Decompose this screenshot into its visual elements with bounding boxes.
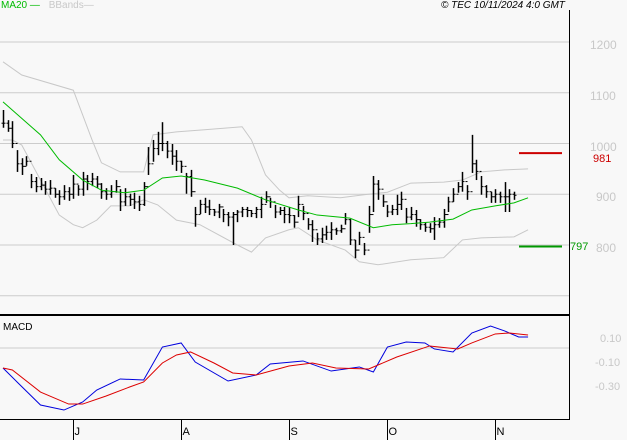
macd-axis-label: 0.10 xyxy=(600,333,622,345)
legend: MA20 — BBands— xyxy=(1,0,94,11)
macd-axis-label: -0.30 xyxy=(595,381,621,393)
price-axis-label: 1100 xyxy=(590,88,616,103)
price-axis-label: 1200 xyxy=(590,38,617,52)
level-label: 797 xyxy=(570,240,589,253)
legend-bbands-swatch: — xyxy=(83,0,94,11)
price-axis-label: 1000 xyxy=(590,139,617,154)
x-tick-label: O xyxy=(388,426,398,438)
level-label: 981 xyxy=(593,153,612,166)
x-tick-label: S xyxy=(290,426,298,438)
legend-bbands: BBands xyxy=(48,0,84,11)
legend-ma20-swatch: — xyxy=(27,0,40,11)
price-chart xyxy=(0,10,570,440)
bbands-upper-line xyxy=(2,61,529,199)
bbands-lower-line xyxy=(3,139,529,266)
macd-line xyxy=(2,325,529,411)
legend-ma20: MA20 xyxy=(1,0,28,11)
timestamp: © TEC 10/11/2024 4:0 GMT xyxy=(441,0,565,11)
macd-panel-title: MACD xyxy=(3,322,33,333)
macd-signal-line xyxy=(2,332,529,405)
x-tick-label: A xyxy=(182,426,190,438)
macd-axis-label: -0.10 xyxy=(595,357,621,369)
price-axis-label: 900 xyxy=(596,190,617,205)
x-tick-label: J xyxy=(74,426,81,438)
ma20-line xyxy=(2,101,529,229)
price-axis-label: 800 xyxy=(596,241,617,255)
x-tick-label: N xyxy=(496,426,505,438)
